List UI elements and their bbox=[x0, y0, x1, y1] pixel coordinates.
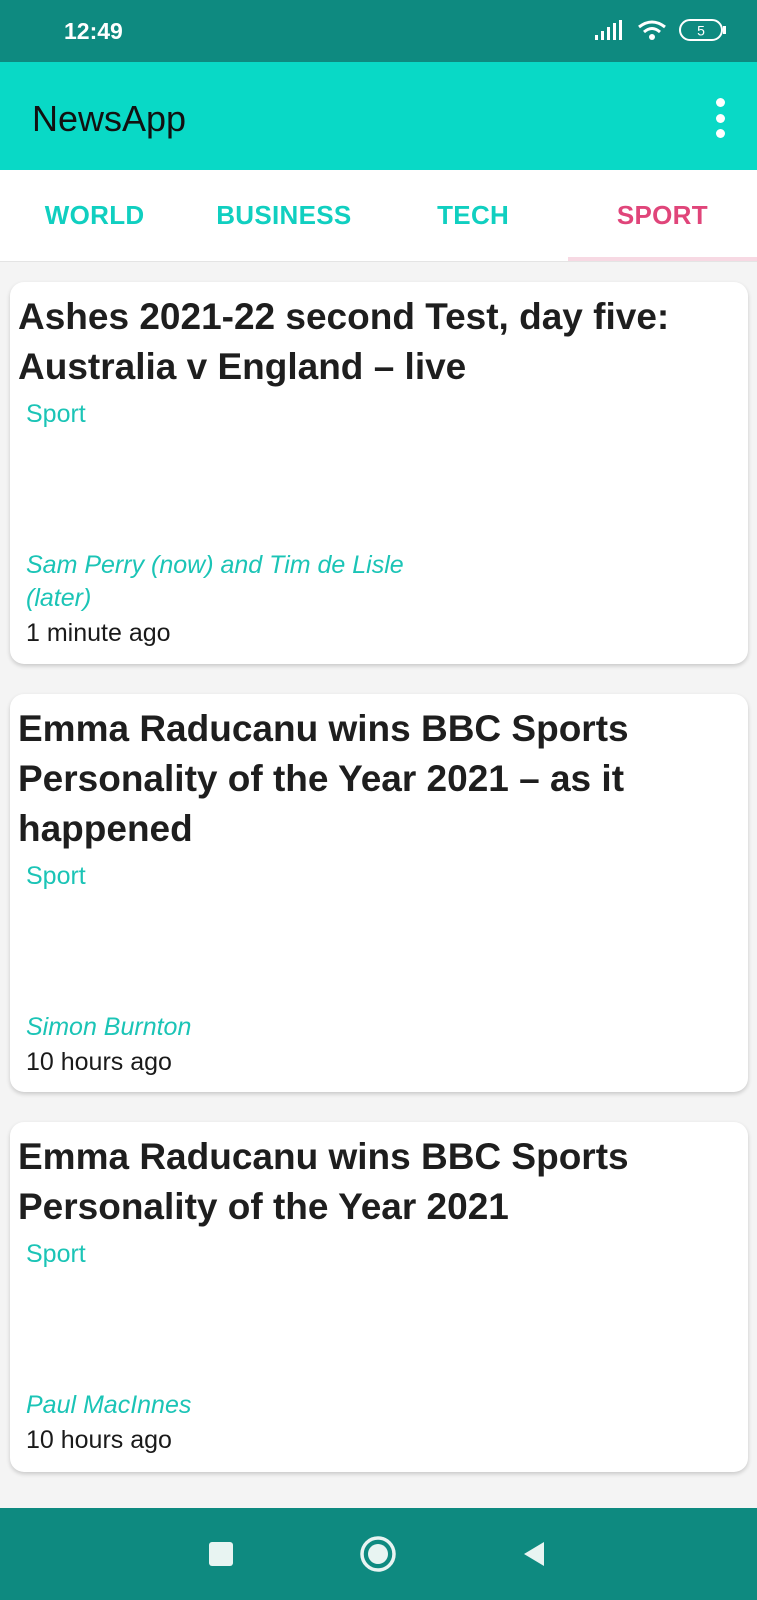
back-triangle-icon[interactable] bbox=[510, 1530, 558, 1578]
article-card[interactable]: Emma Raducanu wins BBC Sports Personalit… bbox=[10, 1122, 748, 1472]
article-section: Sport bbox=[26, 1240, 86, 1268]
battery-icon: 5 bbox=[679, 18, 727, 47]
article-card[interactable]: Emma Raducanu wins BBC Sports Personalit… bbox=[10, 694, 748, 1092]
system-nav-bar bbox=[0, 1508, 757, 1600]
tab-bar: WORLD BUSINESS TECH SPORT bbox=[0, 170, 757, 262]
svg-text:5: 5 bbox=[697, 22, 705, 38]
article-author: Sam Perry (now) and Tim de Lisle (later) bbox=[26, 551, 404, 612]
status-bar: 12:49 5 bbox=[0, 0, 757, 62]
tab-sport[interactable]: SPORT bbox=[567, 170, 757, 261]
article-feed[interactable]: Ashes 2021-22 second Test, day five: Aus… bbox=[0, 262, 757, 1508]
tab-business[interactable]: BUSINESS bbox=[189, 170, 378, 261]
app-title: NewsApp bbox=[32, 98, 187, 139]
article-title: Emma Raducanu wins BBC Sports Personalit… bbox=[18, 1136, 629, 1227]
status-time: 12:49 bbox=[64, 18, 123, 44]
wifi-icon bbox=[637, 19, 667, 46]
article-time: 1 minute ago bbox=[26, 619, 171, 647]
article-author: Simon Burnton bbox=[26, 1013, 192, 1041]
article-time: 10 hours ago bbox=[26, 1048, 172, 1076]
recents-square-icon[interactable] bbox=[197, 1530, 245, 1578]
tab-world[interactable]: WORLD bbox=[0, 170, 189, 261]
signal-icon bbox=[595, 19, 625, 45]
article-author: Paul MacInnes bbox=[26, 1391, 192, 1419]
status-icons: 5 bbox=[595, 18, 727, 46]
article-section: Sport bbox=[26, 862, 86, 890]
home-circle-icon[interactable] bbox=[354, 1530, 402, 1578]
article-time: 10 hours ago bbox=[26, 1426, 172, 1454]
overflow-menu-icon[interactable] bbox=[713, 98, 727, 138]
tab-tech[interactable]: TECH bbox=[379, 170, 568, 261]
article-card[interactable]: Ashes 2021-22 second Test, day five: Aus… bbox=[10, 282, 748, 664]
article-section: Sport bbox=[26, 400, 86, 428]
article-title: Ashes 2021-22 second Test, day five: Aus… bbox=[18, 296, 670, 387]
app-bar: NewsApp bbox=[0, 62, 757, 170]
article-title: Emma Raducanu wins BBC Sports Personalit… bbox=[18, 708, 629, 849]
